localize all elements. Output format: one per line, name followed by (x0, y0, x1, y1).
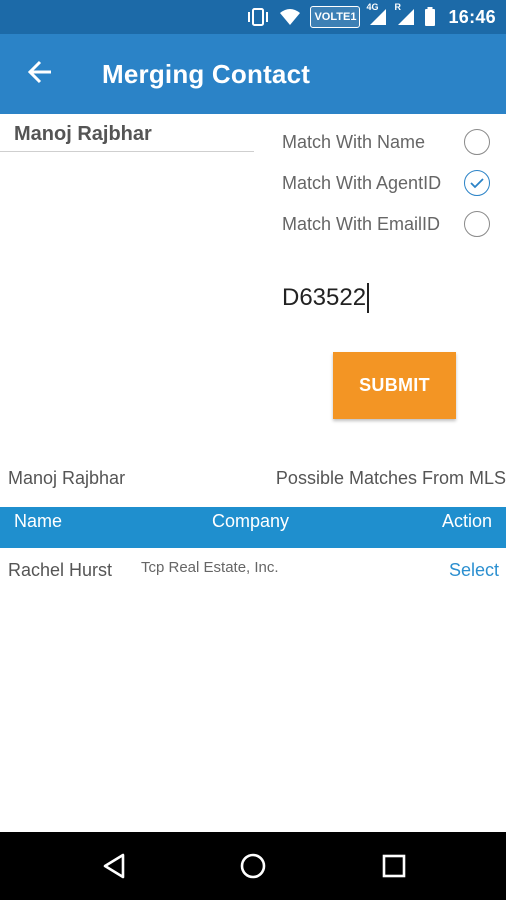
option-match-agentid[interactable]: Match With AgentID (282, 163, 496, 204)
match-options: Match With Name Match With AgentID Match… (282, 122, 496, 245)
contact-name-field[interactable]: Manoj Rajbhar (0, 120, 254, 152)
text-cursor (367, 283, 370, 313)
wifi-icon (278, 6, 302, 28)
row-company: Tcp Real Estate, Inc. (141, 559, 279, 576)
status-bar: VOLTE1 4G R 16:46 (0, 0, 506, 34)
results-contact-name: Manoj Rajbhar (8, 468, 126, 488)
results-heading: Possible Matches From MLS (275, 468, 506, 488)
back-triangle-icon[interactable] (96, 848, 132, 884)
recents-square-icon[interactable] (376, 848, 412, 884)
row-name: Rachel Hurst (8, 560, 113, 580)
radio-unchecked-icon[interactable] (464, 211, 490, 237)
battery-icon (424, 6, 436, 28)
agent-id-input[interactable]: D63522 (282, 280, 482, 316)
radio-unchecked-icon[interactable] (464, 129, 490, 155)
volte-badge: VOLTE1 (310, 6, 361, 28)
contact-name-value: Manoj Rajbhar (14, 123, 152, 145)
clock: 16:46 (448, 6, 496, 27)
app-bar: Merging Contact (0, 34, 506, 114)
option-match-name[interactable]: Match With Name (282, 122, 496, 163)
signal-4g-icon: 4G (366, 2, 388, 28)
back-button[interactable] (0, 34, 80, 114)
page-title: Merging Contact (102, 58, 311, 89)
home-circle-icon[interactable] (235, 848, 271, 884)
agent-id-value: D63522 (282, 284, 367, 311)
select-link[interactable]: Select (449, 560, 499, 581)
option-label: Match With AgentID (282, 173, 442, 193)
column-header-name: Name (14, 511, 63, 531)
option-label: Match With EmailID (282, 214, 441, 234)
signal-roaming-icon: R (394, 2, 416, 28)
signal-roaming-label: R (394, 2, 401, 12)
option-label: Match With Name (282, 132, 426, 152)
submit-button[interactable]: SUBMIT (333, 352, 456, 419)
column-header-action: Action (441, 511, 492, 531)
radio-checked-icon[interactable] (464, 170, 490, 196)
column-header-company: Company (212, 511, 290, 531)
option-match-emailid[interactable]: Match With EmailID (282, 204, 496, 245)
arrow-left-icon (27, 59, 53, 90)
table-row: Rachel Hurst Tcp Real Estate, Inc. Selec… (0, 555, 506, 589)
table-header: Name Company Action (0, 507, 506, 548)
vibrate-icon (246, 6, 270, 28)
signal-4g-label: 4G (366, 2, 379, 12)
navigation-bar (0, 832, 506, 900)
